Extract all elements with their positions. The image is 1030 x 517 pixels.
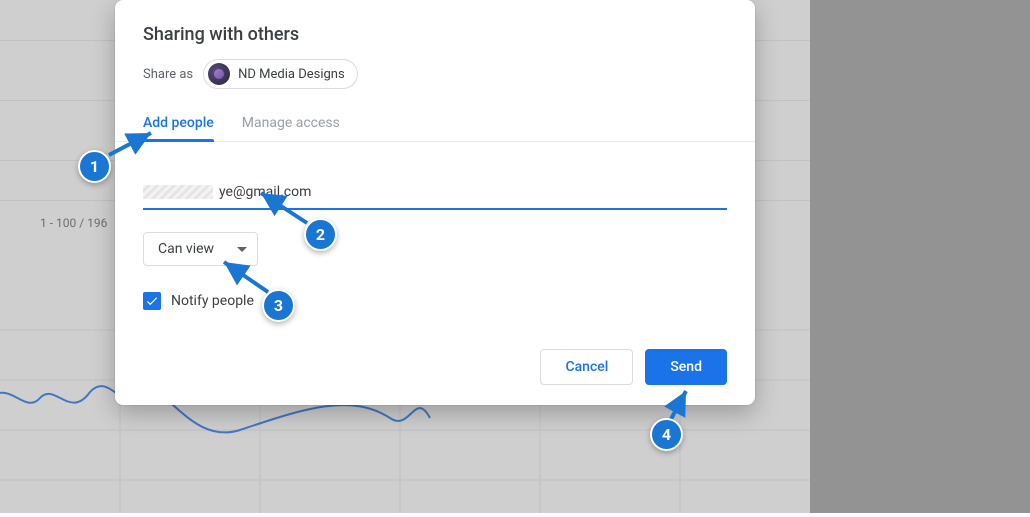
permission-label: Can view: [158, 241, 214, 257]
pagination-label: 1 - 100 / 196: [40, 216, 107, 230]
callout-4: 4: [650, 418, 683, 451]
callout-1: 1: [78, 150, 111, 183]
notify-checkbox[interactable]: [143, 292, 161, 310]
sharer-pill[interactable]: ND Media Designs: [203, 59, 358, 89]
dialog-actions: Cancel Send: [540, 349, 727, 385]
share-dialog: Sharing with others Share as ND Media De…: [115, 0, 755, 405]
avatar: [208, 63, 230, 85]
send-button[interactable]: Send: [645, 349, 727, 385]
tab-manage-access[interactable]: Manage access: [242, 115, 340, 141]
sharer-name: ND Media Designs: [238, 67, 345, 82]
redacted-email-prefix: [143, 185, 213, 199]
dialog-title: Sharing with others: [143, 24, 727, 45]
callout-2: 2: [304, 218, 337, 251]
annotation-arrow-1: [103, 129, 158, 159]
dialog-tabs: Add people Manage access: [115, 115, 755, 142]
callout-3: 3: [262, 289, 295, 322]
cancel-button[interactable]: Cancel: [540, 349, 633, 385]
right-sidebar-dimmed: [810, 0, 1030, 513]
email-field[interactable]: ye@gmail.com: [143, 178, 727, 210]
annotation-arrow-2: [255, 189, 315, 229]
share-as-row: Share as ND Media Designs: [143, 59, 727, 89]
check-icon: [145, 294, 159, 308]
chevron-down-icon: [237, 247, 247, 252]
share-as-label: Share as: [143, 67, 193, 82]
